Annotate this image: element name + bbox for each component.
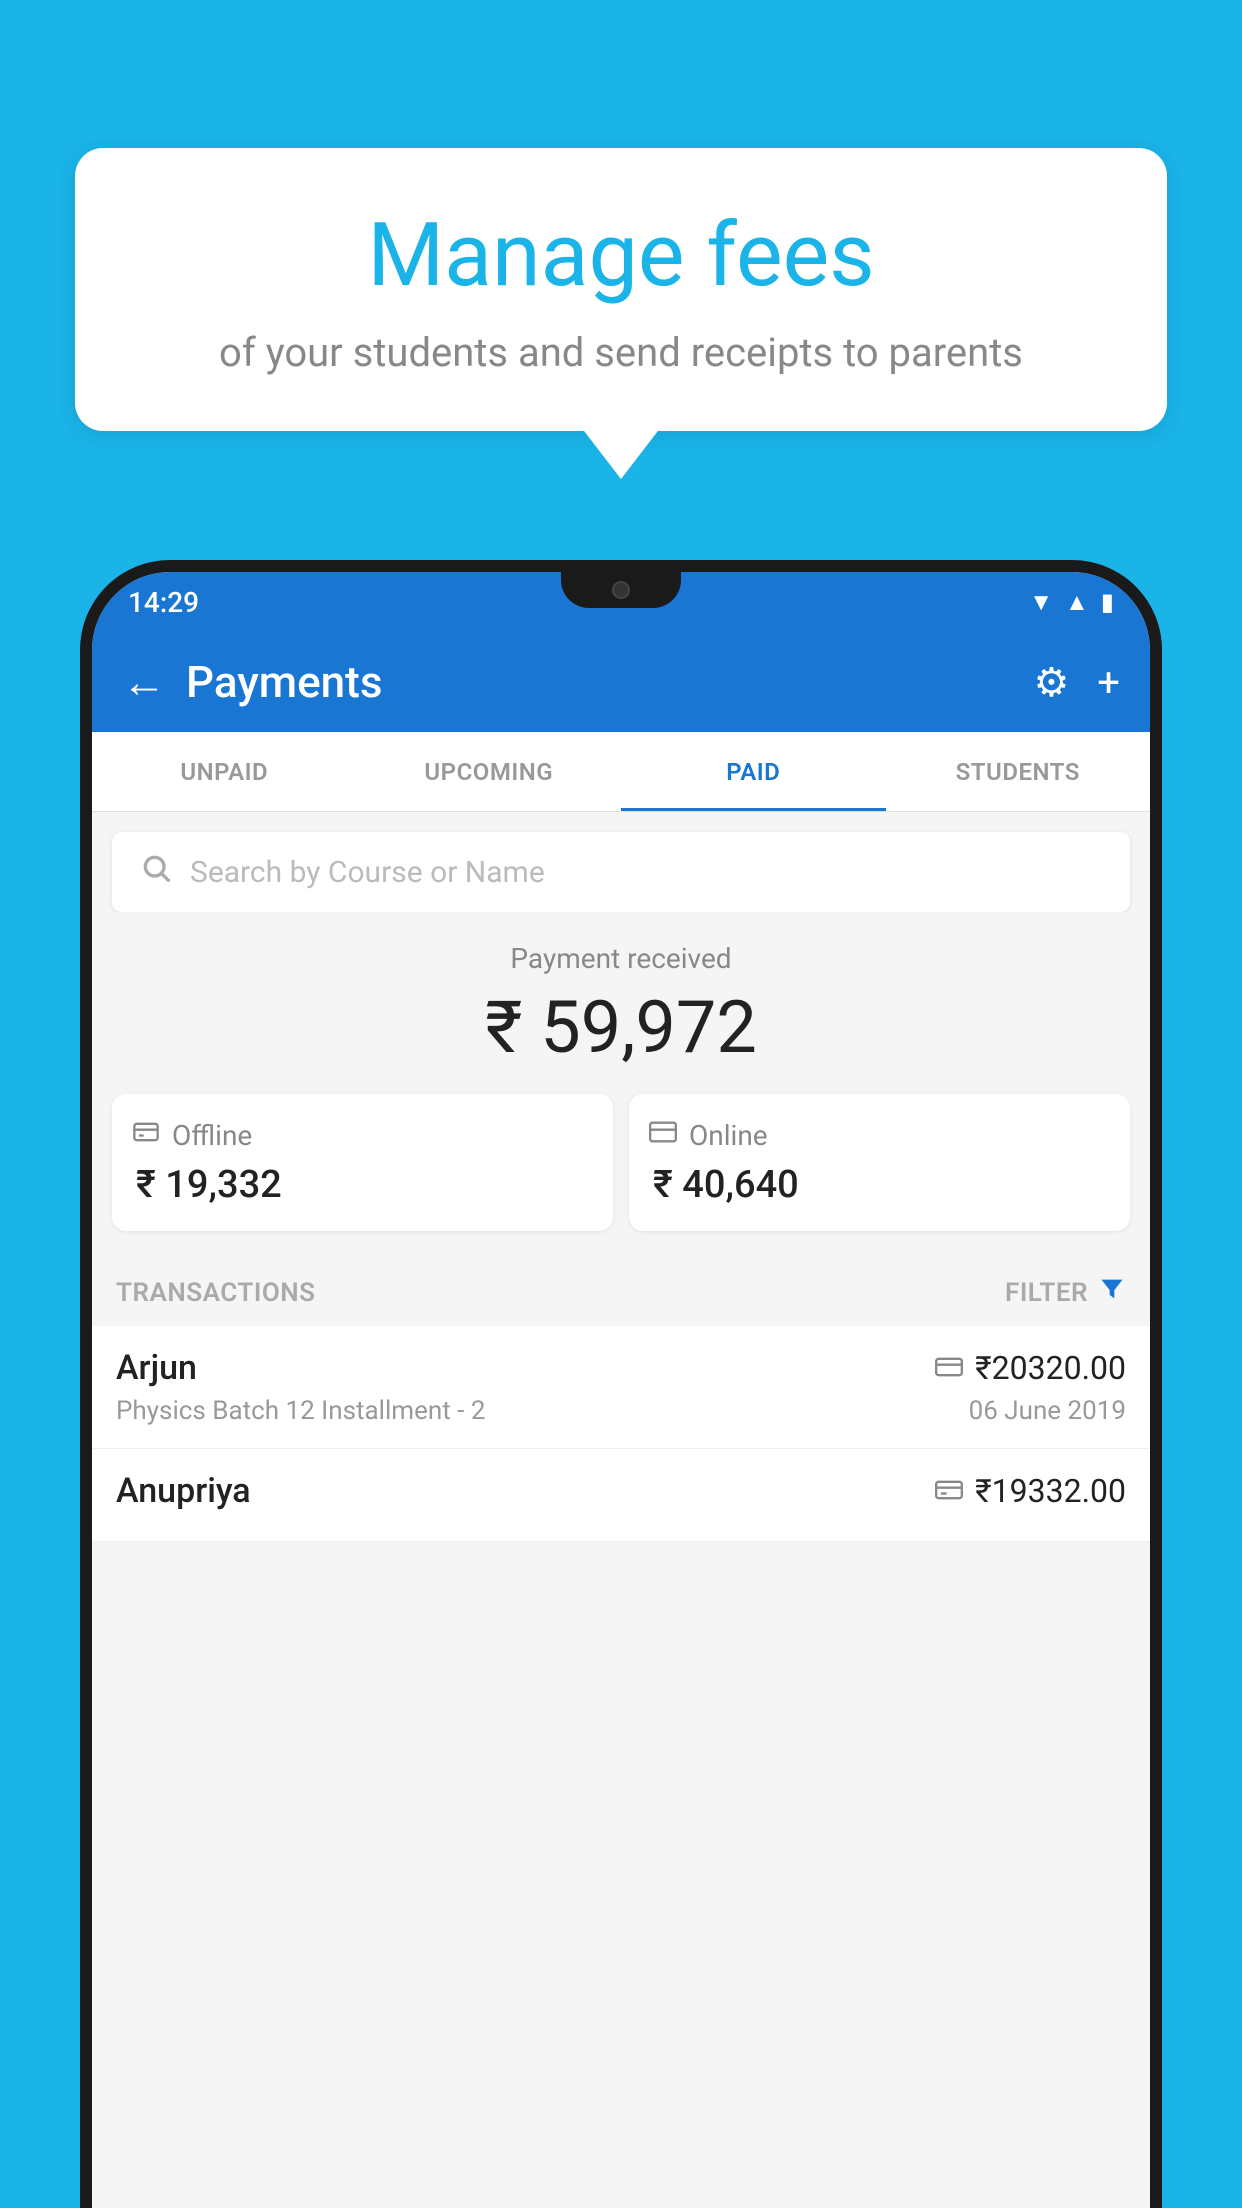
speech-bubble: Manage fees of your students and send re… — [75, 148, 1167, 431]
wifi-icon: ▼ — [1029, 588, 1053, 617]
header-title: Payments — [186, 656, 1013, 708]
offline-amount: ₹ 19,332 — [132, 1163, 593, 1207]
bubble-subtitle: of your students and send receipts to pa… — [115, 329, 1127, 376]
signal-icon: ▲ — [1065, 588, 1089, 617]
payment-amount: ₹ 59,972 — [112, 985, 1130, 1070]
payment-label: Payment received — [112, 942, 1130, 975]
offline-card: Offline ₹ 19,332 — [112, 1094, 613, 1231]
online-icon — [649, 1118, 677, 1153]
online-label: Online — [689, 1119, 768, 1152]
tab-students[interactable]: STUDENTS — [886, 732, 1151, 811]
phone-inner: 14:29 ▼ ▲ ▮ ← Payments ⚙ + UNPAID UPCOMI… — [92, 572, 1150, 2208]
trans-name-arjun: Arjun — [116, 1348, 197, 1388]
settings-button[interactable]: ⚙ — [1033, 659, 1069, 706]
search-icon — [140, 851, 172, 893]
tabs-bar: UNPAID UPCOMING PAID STUDENTS — [92, 732, 1150, 812]
filter-button[interactable]: FILTER — [1005, 1275, 1126, 1310]
table-row[interactable]: Arjun ₹20320.00 Physics Batch 12 Install… — [92, 1326, 1150, 1449]
bubble-title: Manage fees — [115, 208, 1127, 305]
tab-upcoming[interactable]: UPCOMING — [357, 732, 622, 811]
status-time: 14:29 — [128, 586, 199, 619]
trans-course-arjun: Physics Batch 12 Installment - 2 — [116, 1396, 485, 1426]
search-bar[interactable]: Search by Course or Name — [112, 832, 1130, 912]
transactions-label: TRANSACTIONS — [116, 1278, 316, 1308]
back-button[interactable]: ← — [122, 656, 166, 708]
payment-section: Payment received ₹ 59,972 Offline — [92, 912, 1150, 1251]
camera-dot — [612, 581, 630, 599]
notch — [561, 572, 681, 608]
trans-cash-icon-anupriya — [935, 1475, 963, 1508]
phone-frame: 14:29 ▼ ▲ ▮ ← Payments ⚙ + UNPAID UPCOMI… — [80, 560, 1162, 2208]
battery-icon: ▮ — [1101, 588, 1114, 616]
tab-paid[interactable]: PAID — [621, 732, 886, 811]
offline-label: Offline — [172, 1119, 252, 1152]
app-header: ← Payments ⚙ + — [92, 632, 1150, 732]
filter-label: FILTER — [1005, 1278, 1088, 1308]
tab-unpaid[interactable]: UNPAID — [92, 732, 357, 811]
online-card: Online ₹ 40,640 — [629, 1094, 1130, 1231]
offline-icon — [132, 1118, 160, 1153]
filter-icon — [1098, 1275, 1126, 1310]
header-icons: ⚙ + — [1033, 659, 1120, 706]
add-button[interactable]: + — [1097, 659, 1120, 706]
transactions-header: TRANSACTIONS FILTER — [92, 1251, 1150, 1326]
trans-amount-arjun: ₹20320.00 — [975, 1349, 1126, 1387]
search-placeholder: Search by Course or Name — [190, 855, 545, 890]
trans-card-icon-arjun — [935, 1352, 963, 1385]
status-icons: ▼ ▲ ▮ — [1029, 588, 1114, 617]
trans-name-anupriya: Anupriya — [116, 1471, 251, 1511]
trans-date-arjun: 06 June 2019 — [969, 1396, 1126, 1426]
trans-amount-area-arjun: ₹20320.00 — [935, 1349, 1126, 1387]
table-row[interactable]: Anupriya ₹19332.00 — [92, 1449, 1150, 1542]
online-amount: ₹ 40,640 — [649, 1163, 1110, 1207]
transaction-list: Arjun ₹20320.00 Physics Batch 12 Install… — [92, 1326, 1150, 1542]
payment-cards: Offline ₹ 19,332 Online ₹ 4 — [112, 1094, 1130, 1231]
trans-amount-anupriya: ₹19332.00 — [975, 1472, 1126, 1510]
trans-amount-area-anupriya: ₹19332.00 — [935, 1472, 1126, 1510]
